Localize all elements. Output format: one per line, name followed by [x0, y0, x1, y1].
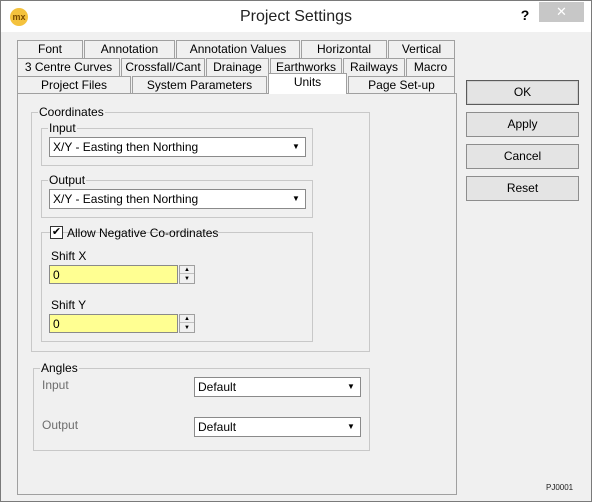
chevron-down-icon[interactable]: ▼: [344, 420, 358, 434]
tab-annotation[interactable]: Annotation: [84, 40, 175, 58]
tab-units[interactable]: Units: [268, 73, 347, 94]
chevron-down-icon[interactable]: ▼: [289, 140, 303, 154]
tab-font[interactable]: Font: [17, 40, 83, 58]
coordinates-output-value: X/Y - Easting then Northing: [53, 192, 199, 206]
tab-page-set-up[interactable]: Page Set-up: [348, 76, 455, 94]
spin-up-icon[interactable]: ▲: [180, 315, 194, 323]
angles-input-dropdown[interactable]: Default ▼: [194, 377, 361, 397]
spin-up-icon[interactable]: ▲: [180, 266, 194, 274]
tab-vertical[interactable]: Vertical: [388, 40, 455, 58]
tab-drainage[interactable]: Drainage: [206, 58, 269, 76]
shift-y-spinner[interactable]: ▲ ▼: [179, 314, 195, 333]
angles-output-dropdown[interactable]: Default ▼: [194, 417, 361, 437]
allow-negative-label: Allow Negative Co-ordinates: [67, 226, 219, 240]
chevron-down-icon[interactable]: ▼: [344, 380, 358, 394]
coordinates-output-label: Output: [48, 173, 87, 187]
shift-x-spinner[interactable]: ▲ ▼: [179, 265, 195, 284]
apply-button[interactable]: Apply: [466, 112, 579, 137]
coordinates-output-dropdown[interactable]: X/Y - Easting then Northing ▼: [49, 189, 306, 209]
spin-down-icon[interactable]: ▼: [180, 324, 194, 332]
shift-y-field[interactable]: 0: [49, 314, 178, 333]
window-title: Project Settings: [239, 8, 353, 25]
tab-railways[interactable]: Railways: [343, 58, 405, 76]
shift-x-field[interactable]: 0: [49, 265, 178, 284]
coordinates-group-label: Coordinates: [38, 105, 105, 119]
shift-y-value: 0: [53, 317, 60, 331]
angles-output-label: Output: [42, 418, 79, 432]
help-button[interactable]: ?: [515, 5, 535, 25]
close-button[interactable]: ✕: [539, 2, 584, 22]
reset-button[interactable]: Reset: [466, 176, 579, 201]
cancel-button[interactable]: Cancel: [466, 144, 579, 169]
tab-macro[interactable]: Macro: [406, 58, 455, 76]
angles-input-value: Default: [198, 380, 237, 394]
title-bar: mx Project Settings ? ✕: [1, 1, 591, 32]
allow-negative-checkbox[interactable]: ✔: [50, 226, 63, 239]
tab-system-parameters[interactable]: System Parameters: [132, 76, 267, 94]
angles-output-value: Default: [198, 420, 237, 434]
coordinates-input-dropdown[interactable]: X/Y - Easting then Northing ▼: [49, 137, 306, 157]
shift-x-value: 0: [53, 268, 60, 282]
ok-button[interactable]: OK: [466, 80, 579, 105]
project-settings-dialog: mx Project Settings ? ✕ Font Annotation …: [0, 0, 592, 502]
shift-x-label: Shift X: [51, 249, 87, 263]
chevron-down-icon[interactable]: ▼: [289, 192, 303, 206]
angles-input-label: Input: [42, 378, 69, 392]
dialog-code: PJ0001: [546, 483, 574, 492]
coordinates-input-label: Input: [48, 121, 77, 135]
tab-3-centre-curves[interactable]: 3 Centre Curves: [17, 58, 120, 76]
tab-horizontal[interactable]: Horizontal: [301, 40, 387, 58]
shift-y-label: Shift Y: [51, 298, 87, 312]
angles-group-label: Angles: [40, 361, 79, 375]
spin-down-icon[interactable]: ▼: [180, 275, 194, 283]
tab-project-files[interactable]: Project Files: [17, 76, 131, 94]
tab-crossfall-cant[interactable]: Crossfall/Cant: [121, 58, 205, 76]
coordinates-input-value: X/Y - Easting then Northing: [53, 140, 199, 154]
tab-annotation-values[interactable]: Annotation Values: [176, 40, 300, 58]
